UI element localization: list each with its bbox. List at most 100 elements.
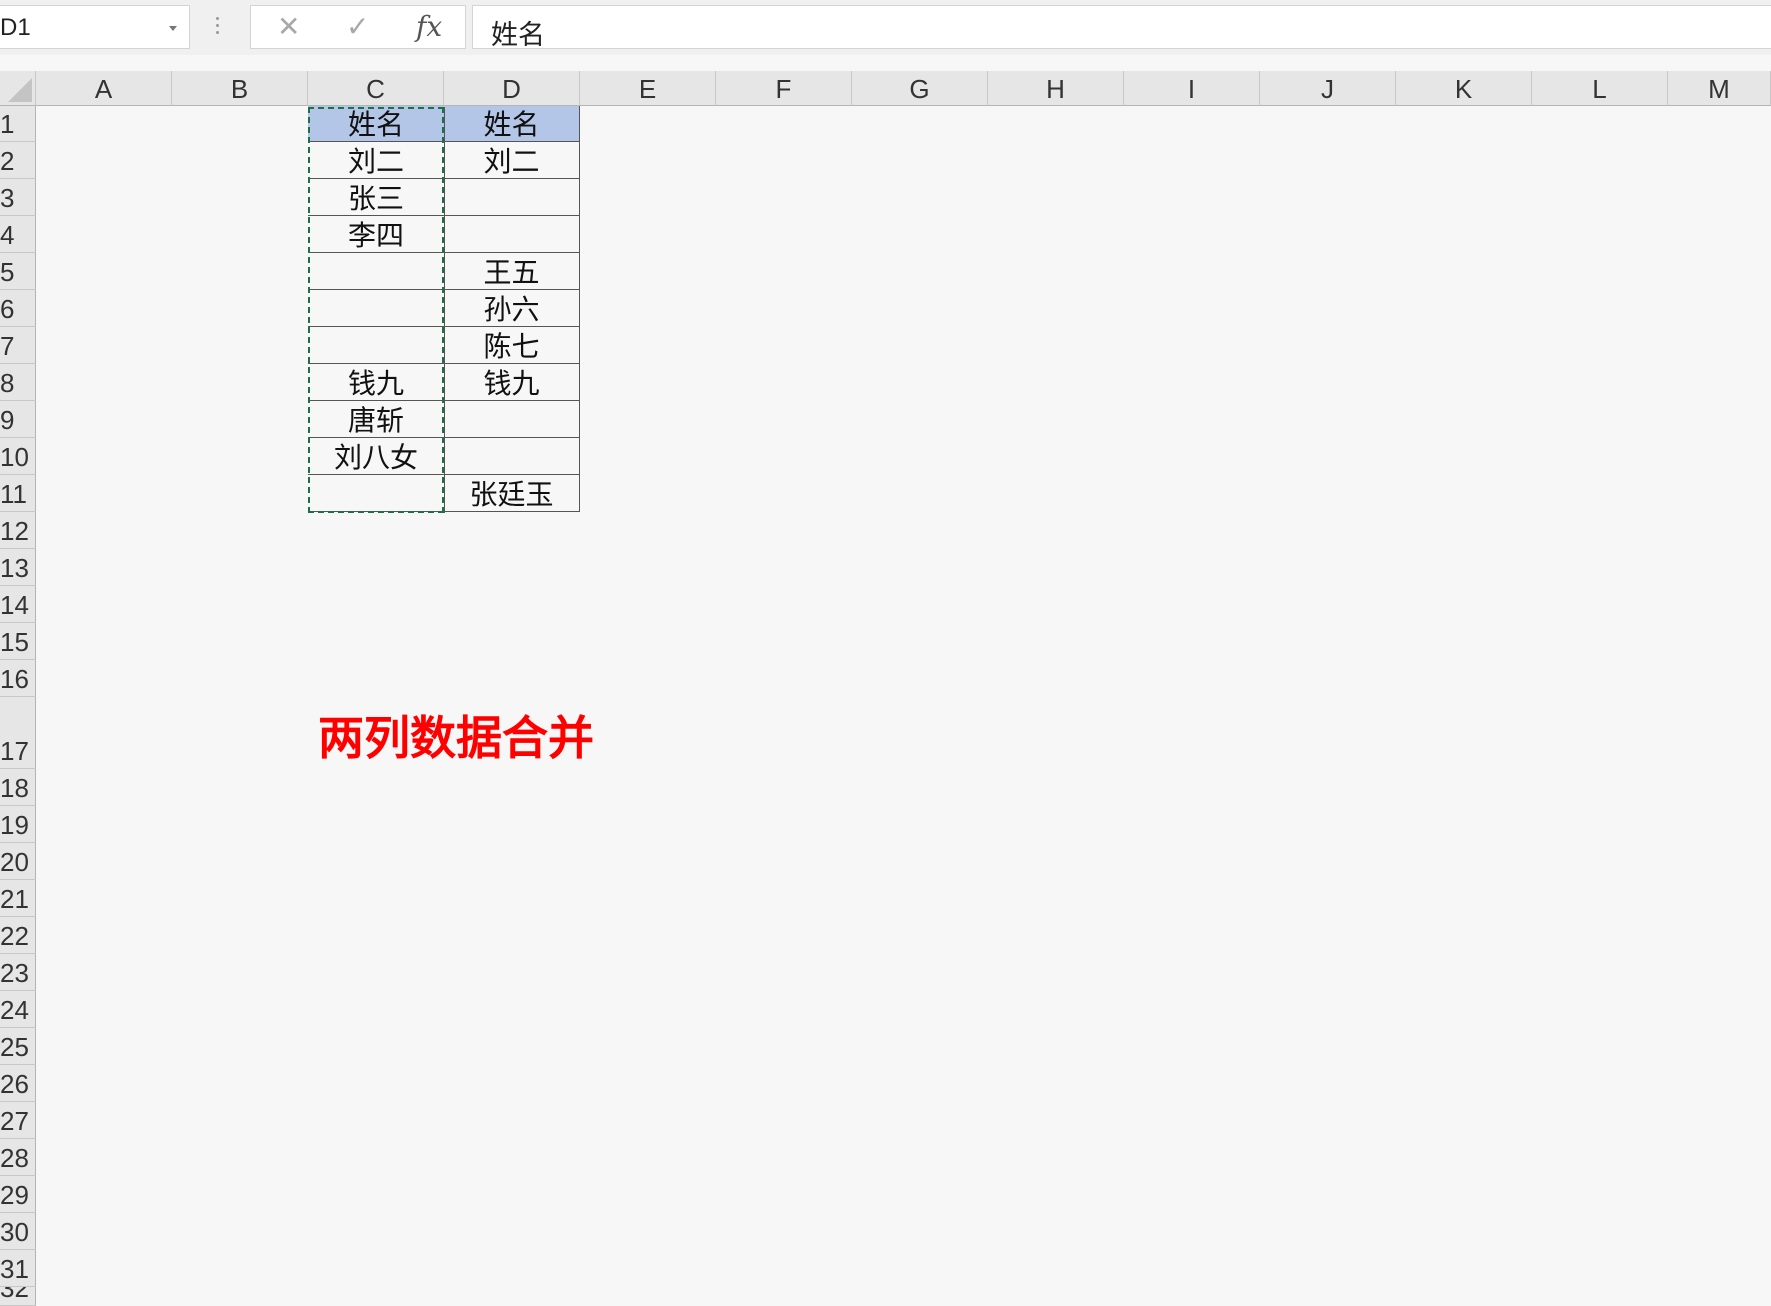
row-number: 30 xyxy=(0,1217,29,1247)
column-header-l[interactable]: L xyxy=(1532,71,1668,106)
close-icon[interactable]: ✕ xyxy=(277,13,300,41)
cell-c9[interactable]: 唐斩 xyxy=(308,401,444,438)
cell-d2[interactable]: 刘二 xyxy=(444,142,580,179)
column-d-border xyxy=(444,107,445,513)
row-header-20[interactable]: 20 xyxy=(0,843,36,880)
row-number: 21 xyxy=(0,884,29,914)
row-header-32[interactable]: 32 xyxy=(0,1287,36,1306)
cell-d8[interactable]: 钱九 xyxy=(444,364,580,401)
column-header-c[interactable]: C xyxy=(308,71,444,106)
row-header-30[interactable]: 30 xyxy=(0,1213,36,1250)
cell-d10[interactable] xyxy=(444,438,580,475)
cell-c8[interactable]: 钱九 xyxy=(308,364,444,401)
row-header-29[interactable]: 29 xyxy=(0,1176,36,1213)
row-header-3[interactable]: 3 xyxy=(0,179,36,216)
cell-d7[interactable]: 陈七 xyxy=(444,327,580,364)
row-header-10[interactable]: 10 xyxy=(0,438,36,475)
cell-d9[interactable] xyxy=(444,401,580,438)
row-header-5[interactable]: 5 xyxy=(0,253,36,290)
row-header-21[interactable]: 21 xyxy=(0,880,36,917)
row-header-2[interactable]: 2 xyxy=(0,142,36,179)
column-header-k[interactable]: K xyxy=(1396,71,1532,106)
column-header-m[interactable]: M xyxy=(1668,71,1771,106)
column-header-d[interactable]: D xyxy=(444,71,580,106)
row-number: 11 xyxy=(0,479,27,509)
name-box[interactable]: D1 xyxy=(0,5,190,49)
chevron-down-icon[interactable] xyxy=(169,26,177,31)
cell-d5[interactable]: 王五 xyxy=(444,253,580,290)
column-header-f[interactable]: F xyxy=(716,71,852,106)
row-header-7[interactable]: 7 xyxy=(0,327,36,364)
more-icon xyxy=(216,14,220,40)
annotation-title: 两列数据合并 xyxy=(318,711,594,765)
row-header-25[interactable]: 25 xyxy=(0,1028,36,1065)
column-header-j[interactable]: J xyxy=(1260,71,1396,106)
column-header-b[interactable]: B xyxy=(172,71,308,106)
cell-c5[interactable] xyxy=(308,253,444,290)
row-header-4[interactable]: 4 xyxy=(0,216,36,253)
row-header-15[interactable]: 15 xyxy=(0,623,36,660)
name-box-value: D1 xyxy=(0,14,31,41)
row-header-18[interactable]: 18 xyxy=(0,769,36,806)
formula-value: 姓名 xyxy=(491,20,545,51)
row-header-17[interactable]: 17 xyxy=(0,697,36,769)
column-header-e[interactable]: E xyxy=(580,71,716,106)
row-number: 5 xyxy=(0,257,15,287)
row-header-23[interactable]: 23 xyxy=(0,954,36,991)
cell-c4[interactable]: 李四 xyxy=(308,216,444,253)
row-header-26[interactable]: 26 xyxy=(0,1065,36,1102)
row-number: 18 xyxy=(0,773,29,803)
row-header-6[interactable]: 6 xyxy=(0,290,36,327)
row-number: 27 xyxy=(0,1106,29,1136)
cell-d3[interactable] xyxy=(444,179,580,216)
column-header-h[interactable]: H xyxy=(988,71,1124,106)
row-number: 4 xyxy=(0,220,15,250)
row-number: 1 xyxy=(0,109,15,139)
row-header-1[interactable]: 1 xyxy=(0,106,36,142)
insert-function-icon[interactable]: fx xyxy=(416,13,442,41)
row-number: 28 xyxy=(0,1143,29,1173)
cell-d6[interactable]: 孙六 xyxy=(444,290,580,327)
row-number: 8 xyxy=(0,368,15,398)
row-header-12[interactable]: 12 xyxy=(0,512,36,549)
row-number: 19 xyxy=(0,810,29,840)
row-number: 25 xyxy=(0,1032,29,1062)
select-all-button[interactable] xyxy=(0,71,36,106)
row-header-16[interactable]: 16 xyxy=(0,660,36,697)
cell-c1[interactable]: 姓名 xyxy=(308,106,444,142)
check-icon[interactable]: ✓ xyxy=(346,13,369,41)
row-number: 6 xyxy=(0,294,15,324)
row-header-11[interactable]: 11 xyxy=(0,475,36,512)
cell-c10[interactable]: 刘八女 xyxy=(308,438,444,475)
cell-d4[interactable] xyxy=(444,216,580,253)
row-number: 32 xyxy=(0,1287,29,1303)
row-header-14[interactable]: 14 xyxy=(0,586,36,623)
row-header-31[interactable]: 31 xyxy=(0,1250,36,1287)
cell-c6[interactable] xyxy=(308,290,444,327)
cell-c7[interactable] xyxy=(308,327,444,364)
row-header-22[interactable]: 22 xyxy=(0,917,36,954)
cell-c11[interactable] xyxy=(308,475,444,512)
worksheet-grid[interactable]: ABCDEFGHIJKLM 1 2 3 4 5 6 7 8 9 10 11 12 13 14 15 16 17 1… xyxy=(0,71,1771,1306)
row-header-28[interactable]: 28 xyxy=(0,1139,36,1176)
row-header-9[interactable]: 9 xyxy=(0,401,36,438)
cell-c2[interactable]: 刘二 xyxy=(308,142,444,179)
formula-buttons: ✕ ✓ fx xyxy=(250,5,466,49)
formula-input[interactable]: 姓名 xyxy=(472,5,1771,51)
row-header-8[interactable]: 8 xyxy=(0,364,36,401)
row-header-19[interactable]: 19 xyxy=(0,806,36,843)
column-header-g[interactable]: G xyxy=(852,71,988,106)
row-number: 3 xyxy=(0,183,15,213)
column-header-i[interactable]: I xyxy=(1124,71,1260,106)
row-number: 17 xyxy=(0,736,29,766)
cell-d11[interactable]: 张廷玉 xyxy=(444,475,580,512)
row-header-13[interactable]: 13 xyxy=(0,549,36,586)
row-header-27[interactable]: 27 xyxy=(0,1102,36,1139)
column-header-a[interactable]: A xyxy=(36,71,172,106)
row-number: 14 xyxy=(0,590,29,620)
row-header-24[interactable]: 24 xyxy=(0,991,36,1028)
row-number: 9 xyxy=(0,405,15,435)
cell-c3[interactable]: 张三 xyxy=(308,179,444,216)
cell-d1[interactable]: 姓名 xyxy=(444,106,580,142)
row-number: 13 xyxy=(0,553,29,583)
